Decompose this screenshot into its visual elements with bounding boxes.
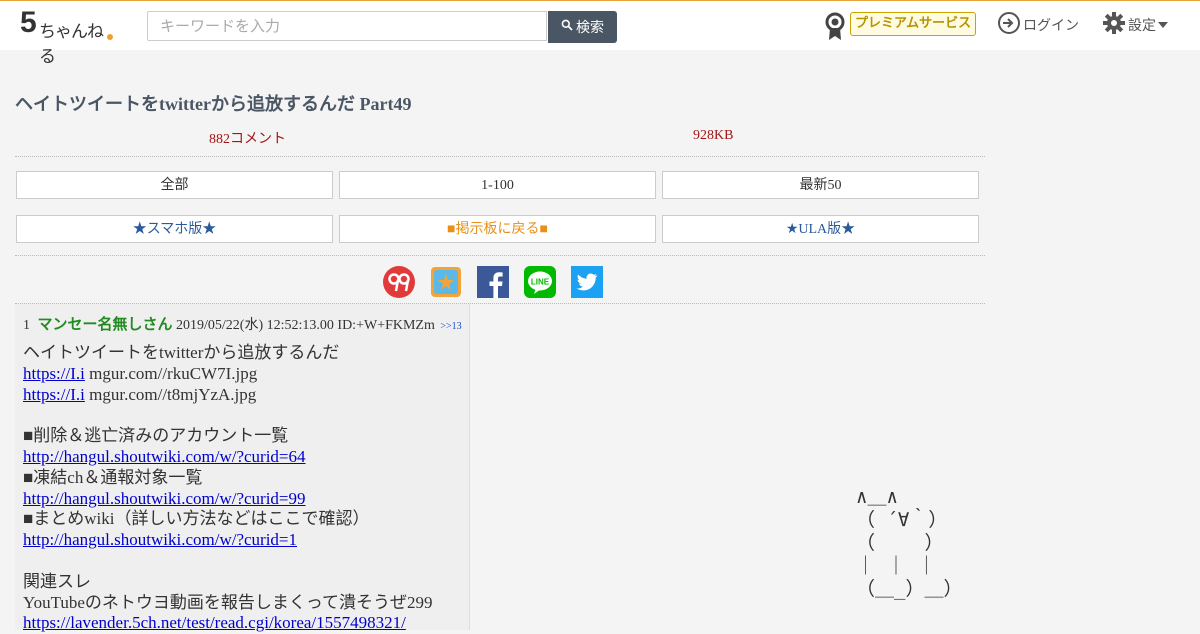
site-header: 5 ちゃんねる 検索 プレミアムサービス ログイン 設定 (0, 1, 1200, 67)
ula-version-link[interactable]: ★ULA版★ (662, 215, 979, 243)
nav-latest-button[interactable]: 最新50 (662, 171, 979, 199)
facebook-icon[interactable] (477, 266, 509, 298)
post-line: ■凍結ch＆通報対象一覧 (23, 467, 203, 487)
image-link-rest: mgur.com//rkuCW7I.jpg (84, 363, 258, 383)
post-line: https://I.i mgur.com//t8mjYzA.jpg (23, 385, 468, 406)
login-label: ログイン (1023, 18, 1079, 34)
search-button[interactable]: 検索 (548, 11, 617, 43)
smartphone-version-link[interactable]: ★スマホ版★ (16, 215, 333, 243)
twitter-icon[interactable] (571, 266, 603, 298)
post-line: ヘイトツイートをtwitterから追放するんだ (23, 343, 340, 362)
comment-count: 882コメント (209, 132, 286, 147)
nav-all-button[interactable]: 全部 (16, 171, 333, 199)
svg-text:LINE: LINE (531, 278, 550, 287)
post-line: ■削除＆逃亡済みのアカウント一覧 (23, 426, 289, 446)
premium-service-button[interactable]: プレミアムサービス (850, 12, 977, 36)
search-icon (561, 19, 573, 35)
thread-size: 928KB (693, 128, 734, 143)
wiki-link[interactable]: http://hangul.shoutwiki.com/w/?curid=64 (23, 447, 306, 466)
post-header: 1 マンセー名無しさん 2019/05/22(水) 12:52:13.00 ID… (23, 313, 462, 334)
back-to-board-link[interactable]: ■掲示板に戻る■ (339, 215, 656, 243)
wiki-link[interactable]: http://hangul.shoutwiki.com/w/?curid=99 (23, 489, 306, 508)
line-icon[interactable]: LINE (524, 266, 556, 298)
premium-badge-icon[interactable] (824, 12, 846, 42)
caret-down-icon (1158, 17, 1168, 33)
image-link[interactable]: https://I.i (23, 364, 85, 383)
gear-icon (1102, 11, 1126, 39)
post-line: 関連スレ (23, 571, 91, 591)
post-line: https://lavender.5ch.net/test/read.cgi/k… (23, 613, 468, 634)
divider (15, 156, 985, 157)
search-input[interactable] (147, 11, 547, 41)
login-icon (997, 11, 1021, 39)
post-1: 1 マンセー名無しさん 2019/05/22(水) 12:52:13.00 ID… (15, 304, 470, 632)
divider (15, 255, 985, 256)
logo-five: 5 (20, 6, 37, 39)
post-number[interactable]: 1 (23, 318, 30, 333)
login-link[interactable]: ログイン (997, 11, 1079, 39)
logo-dot (107, 34, 113, 40)
image-link-rest: mgur.com//t8mjYzA.jpg (84, 384, 257, 404)
ascii-art-cat: ∧＿∧ （ ´∀｀） （ ） ｜ ｜ ｜ （＿_）＿） (856, 486, 963, 600)
search-button-label: 検索 (576, 20, 604, 36)
post-line: http://hangul.shoutwiki.com/w/?curid=64 (23, 447, 468, 468)
wiki-link[interactable]: http://hangul.shoutwiki.com/w/?curid=1 (23, 530, 297, 549)
post-line: http://hangul.shoutwiki.com/w/?curid=99 (23, 489, 468, 510)
post-line: YouTubeのネトウヨ動画を報告しまくって潰そうぜ299 (23, 592, 433, 612)
settings-menu[interactable]: 設定 (1102, 11, 1168, 39)
post-line: ■まとめwiki（詳しい方法などはここで確認） (23, 509, 370, 529)
poster-id[interactable]: ID:+W+FKMZm (337, 318, 434, 333)
reply-anchor[interactable]: >>13 (440, 321, 461, 332)
bookmark-icon[interactable] (430, 266, 462, 298)
5ch-99-icon[interactable] (383, 266, 415, 298)
settings-label: 設定 (1128, 18, 1156, 34)
logo-text: ちゃんねる (39, 22, 104, 67)
nav-range-button[interactable]: 1-100 (339, 171, 656, 199)
image-link[interactable]: https://I.i (23, 385, 85, 404)
thread-title: ヘイトツイートをtwitterから追放するんだ Part49 (15, 94, 412, 114)
poster-name: マンセー名無しさん (37, 315, 173, 333)
post-line: https://I.i mgur.com//rkuCW7I.jpg (23, 364, 468, 385)
post-date: 2019/05/22(水) 12:52:13.00 (176, 318, 334, 333)
post-line: http://hangul.shoutwiki.com/w/?curid=1 (23, 530, 468, 551)
post-body: ヘイトツイートをtwitterから追放するんだ https://I.i mgur… (23, 343, 468, 634)
site-logo[interactable]: 5 ちゃんねる (20, 6, 116, 67)
